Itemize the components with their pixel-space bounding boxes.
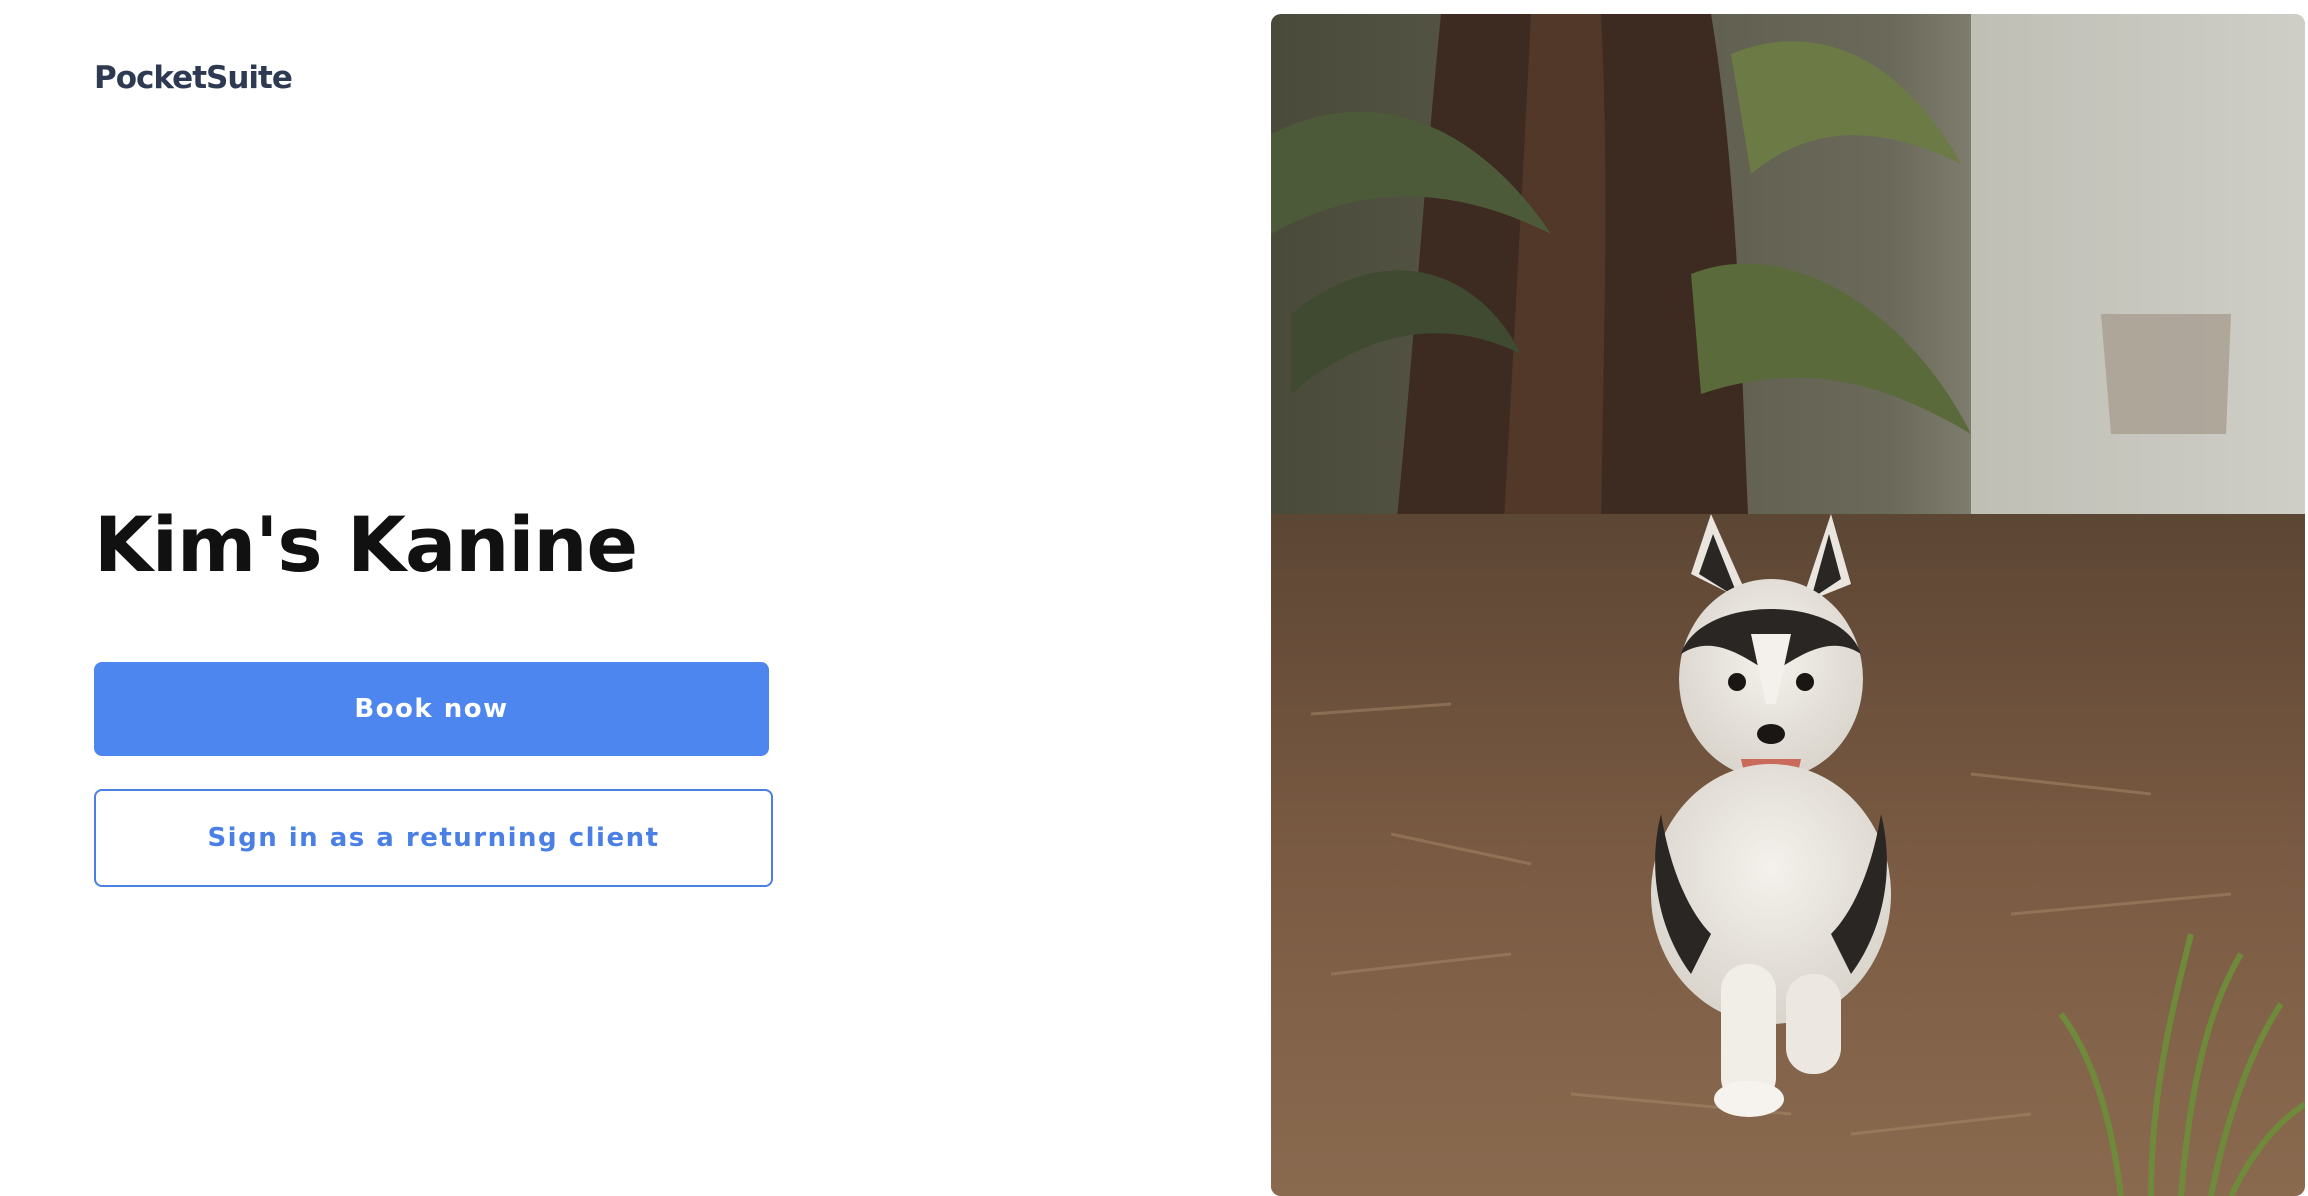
hero-photo xyxy=(1271,14,2305,1196)
husky-puppy-photo-icon xyxy=(1271,14,2305,1196)
landing-page: PocketSuite Kim's Kanine Book now Sign i… xyxy=(0,0,2308,1196)
business-name: Kim's Kanine xyxy=(94,500,638,589)
sign-in-button[interactable]: Sign in as a returning client xyxy=(94,789,773,887)
booking-panel: Kim's Kanine Book now Sign in as a retur… xyxy=(94,0,774,1196)
book-now-button[interactable]: Book now xyxy=(94,662,769,756)
